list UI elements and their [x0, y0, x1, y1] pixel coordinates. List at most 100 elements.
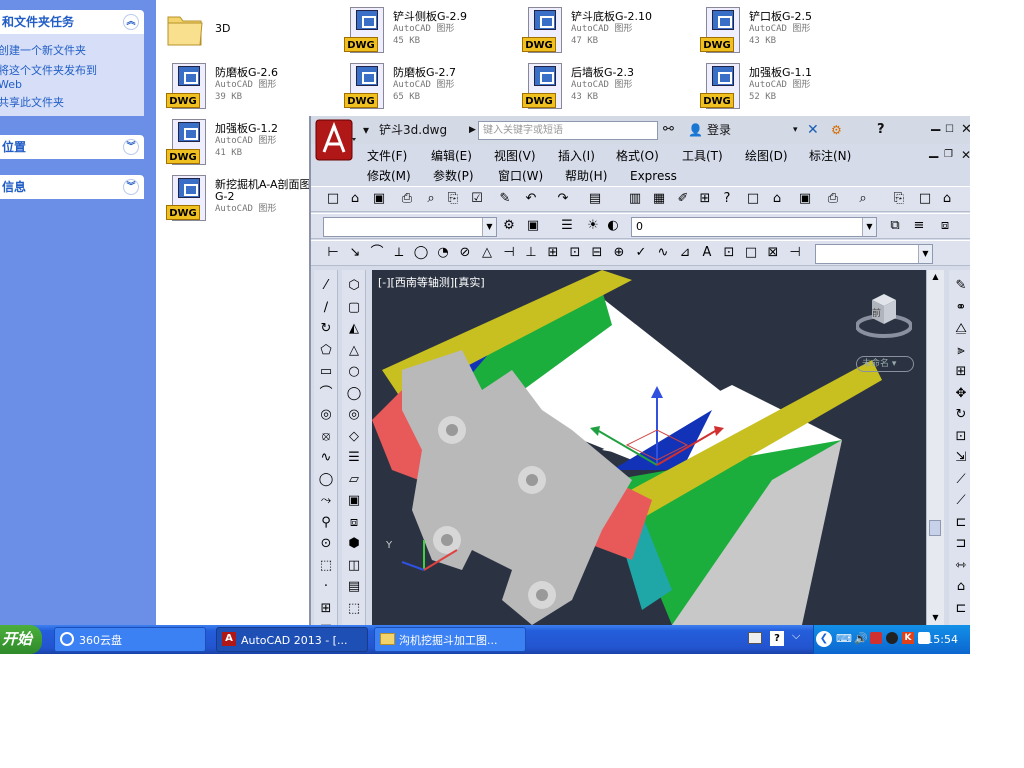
help-icon[interactable]: ?: [877, 116, 885, 144]
side-tool-icon[interactable]: ⫸: [953, 343, 969, 359]
start-button[interactable]: 开始: [0, 625, 42, 654]
toolbar-button-icon[interactable]: ⎘: [445, 191, 461, 207]
side-tool-icon[interactable]: ⧋: [953, 321, 969, 337]
toolbar-button-icon[interactable]: ⌕: [855, 191, 871, 207]
taskbar-btn-explorer[interactable]: 沟机挖掘斗加工图...: [374, 627, 526, 652]
layer-tool-icon[interactable]: ⚙: [501, 218, 517, 234]
side-tool-icon[interactable]: ∿: [318, 450, 334, 466]
named-view-button[interactable]: 未命名 ▾: [856, 356, 914, 372]
side-tool-icon[interactable]: ⇿: [953, 558, 969, 574]
side-tool-icon[interactable]: ◇: [346, 429, 362, 445]
file-item[interactable]: DWG 防磨板G-2.7 AutoCAD 图形 65 KB: [336, 59, 506, 111]
dimension-tool-icon[interactable]: ⟂: [391, 245, 407, 261]
side-tool-icon[interactable]: ⊞: [953, 364, 969, 380]
side-tool-icon[interactable]: ⊐: [953, 536, 969, 552]
scroll-down-arrow-icon[interactable]: ▼: [927, 611, 944, 625]
dimension-tool-icon[interactable]: ◔: [435, 245, 451, 261]
layer-tool-icon[interactable]: ≡: [911, 218, 927, 234]
antivirus-icon[interactable]: [870, 632, 882, 644]
dimension-tool-icon[interactable]: ⊥: [523, 245, 539, 261]
user-icon[interactable]: 👤: [688, 116, 703, 144]
side-tool-icon[interactable]: ∕: [318, 300, 334, 316]
dimension-tool-icon[interactable]: ⊘: [457, 245, 473, 261]
kingsoft-icon[interactable]: K: [902, 632, 914, 644]
expand-chevron-icon[interactable]: ︾: [123, 179, 139, 195]
layer-combo[interactable]: 0 ▼: [631, 217, 877, 237]
dimension-tool-icon[interactable]: ⊣: [501, 245, 517, 261]
side-tool-icon[interactable]: ⊙: [318, 536, 334, 552]
side-tool-icon[interactable]: ⤳: [318, 493, 334, 509]
dimstyle-combo[interactable]: ▼: [815, 244, 933, 264]
doc-minimize-button[interactable]: ▁: [929, 142, 938, 160]
file-item[interactable]: DWG 后墙板G-2.3 AutoCAD 图形 43 KB: [514, 59, 684, 111]
menu-item[interactable]: 参数(P): [433, 167, 474, 185]
side-tool-icon[interactable]: ◯: [318, 472, 334, 488]
file-item[interactable]: DWG 铲口板G-2.5 AutoCAD 图形 43 KB: [692, 3, 862, 55]
menu-item[interactable]: 视图(V): [494, 147, 536, 165]
doc-restore-button[interactable]: ❐: [944, 146, 953, 164]
dimension-tool-icon[interactable]: ⊟: [589, 245, 605, 261]
close-button[interactable]: ✕: [961, 116, 970, 144]
dimension-tool-icon[interactable]: △: [479, 245, 495, 261]
make-new-folder-link[interactable]: 创建一个新文件夹: [0, 44, 144, 58]
scroll-up-arrow-icon[interactable]: ▲: [927, 270, 944, 284]
dimension-tool-icon[interactable]: ✓: [633, 245, 649, 261]
scroll-thumb[interactable]: [929, 520, 941, 536]
side-tool-icon[interactable]: ⟋: [953, 493, 969, 509]
toolbar-button-icon[interactable]: □: [745, 191, 761, 207]
help-small-icon[interactable]: ?: [770, 631, 784, 646]
toolbar-button-icon[interactable]: ✐: [675, 191, 691, 207]
doc-close-button[interactable]: ✕: [961, 146, 970, 164]
dimension-tool-icon[interactable]: ⊞: [545, 245, 561, 261]
autodesk-360-icon[interactable]: ⚙: [831, 116, 842, 144]
dimension-tool-icon[interactable]: A: [699, 245, 715, 261]
layer-tool-icon[interactable]: ⧉: [887, 218, 903, 234]
dimension-tool-icon[interactable]: ⊠: [765, 245, 781, 261]
taskbar-btn-360-cloud[interactable]: 360云盘: [54, 627, 206, 652]
side-tool-icon[interactable]: ◯: [346, 386, 362, 402]
menu-item[interactable]: 格式(O): [616, 147, 659, 165]
menu-item[interactable]: 编辑(E): [431, 147, 472, 165]
side-tool-icon[interactable]: ▱: [346, 472, 362, 488]
side-tool-icon[interactable]: ↻: [318, 321, 334, 337]
keyboard-icon[interactable]: [748, 632, 762, 644]
volume-icon[interactable]: 🔊: [854, 632, 868, 645]
side-tool-icon[interactable]: ⊡: [953, 429, 969, 445]
drawing-viewport[interactable]: Y [-][西南等轴测][真实] 前 未命名 ▾: [372, 270, 926, 625]
toolbar-button-icon[interactable]: ▤: [587, 191, 603, 207]
layer-tool-icon[interactable]: ◐: [605, 218, 621, 234]
side-tool-icon[interactable]: ◫: [346, 558, 362, 574]
toolbar-button-icon[interactable]: ⎘: [891, 191, 907, 207]
expand-chevron-icon[interactable]: ︾: [123, 139, 139, 155]
menu-item[interactable]: 修改(M): [367, 167, 411, 185]
side-tool-icon[interactable]: ⬢: [346, 536, 362, 552]
autocad-logo-icon[interactable]: [314, 118, 358, 162]
exchange-icon[interactable]: ✕: [807, 116, 819, 144]
file-item[interactable]: DWG 新挖掘机A-A剖面图 G-2 AutoCAD 图形: [158, 171, 328, 223]
minimize-button[interactable]: ▁: [931, 116, 940, 138]
dimension-tool-icon[interactable]: ⌒: [369, 245, 385, 261]
layer-tool-icon[interactable]: ▣: [525, 218, 541, 234]
file-item[interactable]: DWG 加强板G-1.1 AutoCAD 图形 52 KB: [692, 59, 862, 111]
side-tool-icon[interactable]: ⊏: [953, 515, 969, 531]
menu-item[interactable]: 文件(F): [367, 147, 407, 165]
file-item[interactable]: DWG 防磨板G-2.6 AutoCAD 图形 39 KB: [158, 59, 328, 111]
dimension-tool-icon[interactable]: □: [743, 245, 759, 261]
viewcube[interactable]: 前: [855, 290, 913, 346]
dimension-tool-icon[interactable]: ⊡: [567, 245, 583, 261]
toolbar-button-icon[interactable]: ▥: [627, 191, 643, 207]
side-tool-icon[interactable]: ⬚: [318, 558, 334, 574]
tray-expand-icon[interactable]: ❮: [816, 631, 832, 647]
toolbar-button-icon[interactable]: ⌂: [939, 191, 955, 207]
side-tool-icon[interactable]: ⌂: [953, 579, 969, 595]
side-tool-icon[interactable]: ⬚: [346, 601, 362, 617]
toolbar-button-icon[interactable]: ⌂: [769, 191, 785, 207]
expand-arrow-icon[interactable]: ▶: [469, 116, 476, 144]
binoculars-icon[interactable]: ⚯: [663, 116, 674, 144]
side-tool-icon[interactable]: ⬠: [318, 343, 334, 359]
side-tool-icon[interactable]: ⌒: [318, 386, 334, 402]
side-tool-icon[interactable]: ▢: [346, 300, 362, 316]
network-icon[interactable]: ⌨: [836, 632, 852, 645]
toolbar-button-icon[interactable]: ?: [719, 191, 735, 207]
dimension-tool-icon[interactable]: ◯: [413, 245, 429, 261]
